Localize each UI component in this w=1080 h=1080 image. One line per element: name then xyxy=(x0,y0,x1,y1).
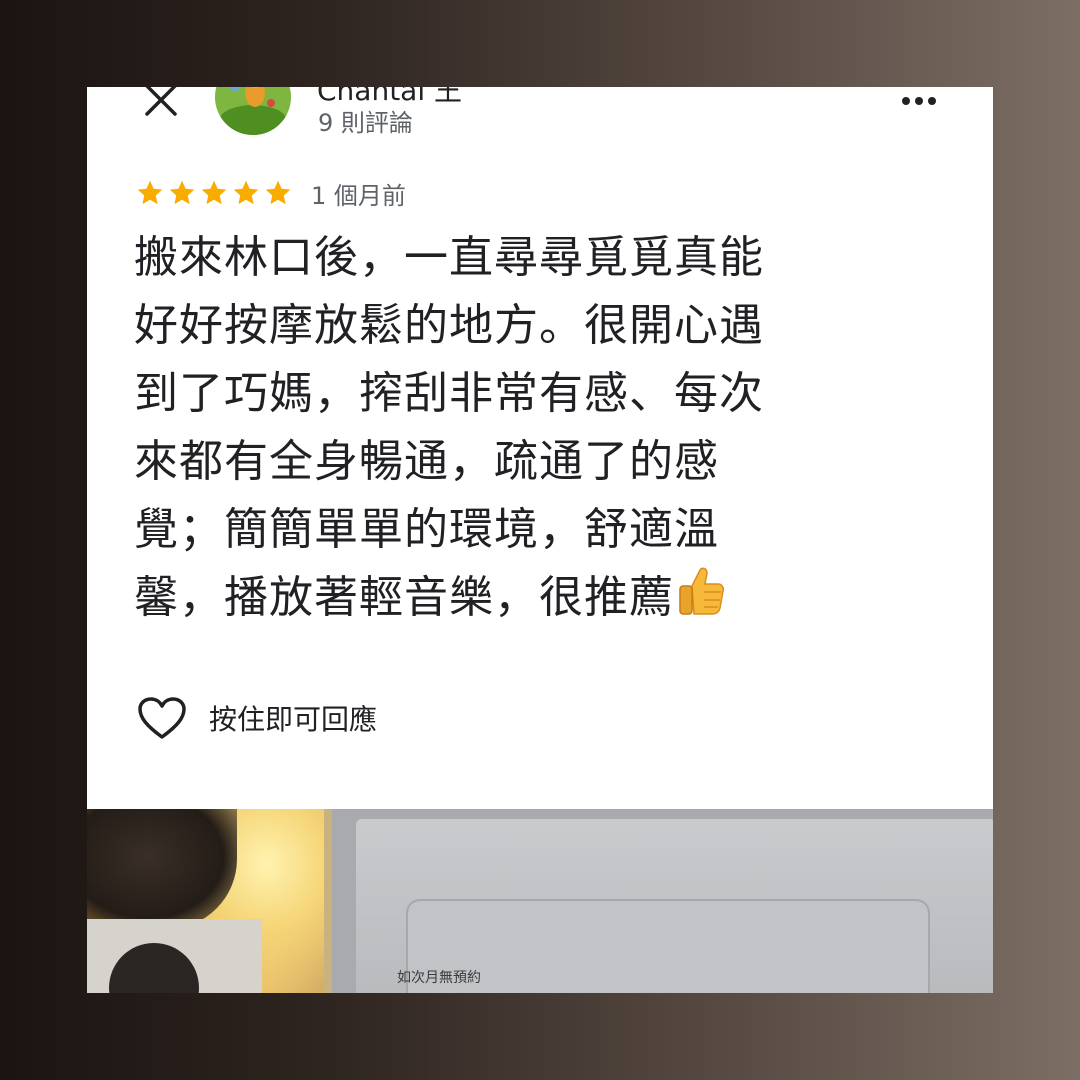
star-icon xyxy=(201,180,227,205)
close-button[interactable] xyxy=(137,87,185,117)
sign-text: 如次月無預約 xyxy=(397,970,481,986)
review-time: 1 個月前 xyxy=(311,181,406,210)
rating-row: 1 個月前 xyxy=(135,177,406,210)
speaker-box xyxy=(87,919,262,993)
review-text: 搬來林口後，一直尋尋覓覓真能 好好按摩放鬆的地方。很開心遇 到了巧媽，搾刮非常有感、… xyxy=(134,224,934,632)
more-options-button[interactable] xyxy=(895,89,943,113)
review-text-line: 來都有全身暢通，疏通了的感 xyxy=(134,436,719,487)
speaker-circle xyxy=(109,943,199,993)
more-dot-icon xyxy=(902,97,910,105)
close-icon xyxy=(145,87,177,116)
more-dot-icon xyxy=(915,97,923,105)
star-icon xyxy=(265,180,291,205)
heart-icon xyxy=(138,697,186,739)
thumbs-up-icon xyxy=(679,567,724,615)
review-text-line: 好好按摩放鬆的地方。很開心遇 xyxy=(134,300,764,351)
star-icon xyxy=(233,180,259,205)
star-rating xyxy=(135,178,293,208)
review-count: 9 則評論 xyxy=(318,109,413,137)
react-button[interactable]: 按住即可回應 xyxy=(137,695,377,741)
review-text-line: 覺；簡簡單單的環境，舒適溫 xyxy=(134,504,719,555)
avatar[interactable] xyxy=(215,87,291,135)
review-card: Chantal 王 9 則評論 1 個月前 搬來林口後，一直尋尋覓覓真能 好好按摩… xyxy=(87,87,993,993)
review-text-line: 搬來林口後，一直尋尋覓覓真能 xyxy=(134,232,764,283)
star-icon xyxy=(169,180,195,205)
review-text-line: 馨，播放著輕音樂，很推薦 xyxy=(134,564,934,632)
star-icon xyxy=(137,180,163,205)
review-text-line: 到了巧媽，搾刮非常有感、每次 xyxy=(134,368,764,419)
react-label: 按住即可回應 xyxy=(209,703,378,736)
more-dot-icon xyxy=(928,97,936,105)
sign-inner-box xyxy=(406,899,930,993)
review-photo[interactable]: 如次月無預約 xyxy=(87,809,993,993)
sign-frame xyxy=(324,809,993,993)
